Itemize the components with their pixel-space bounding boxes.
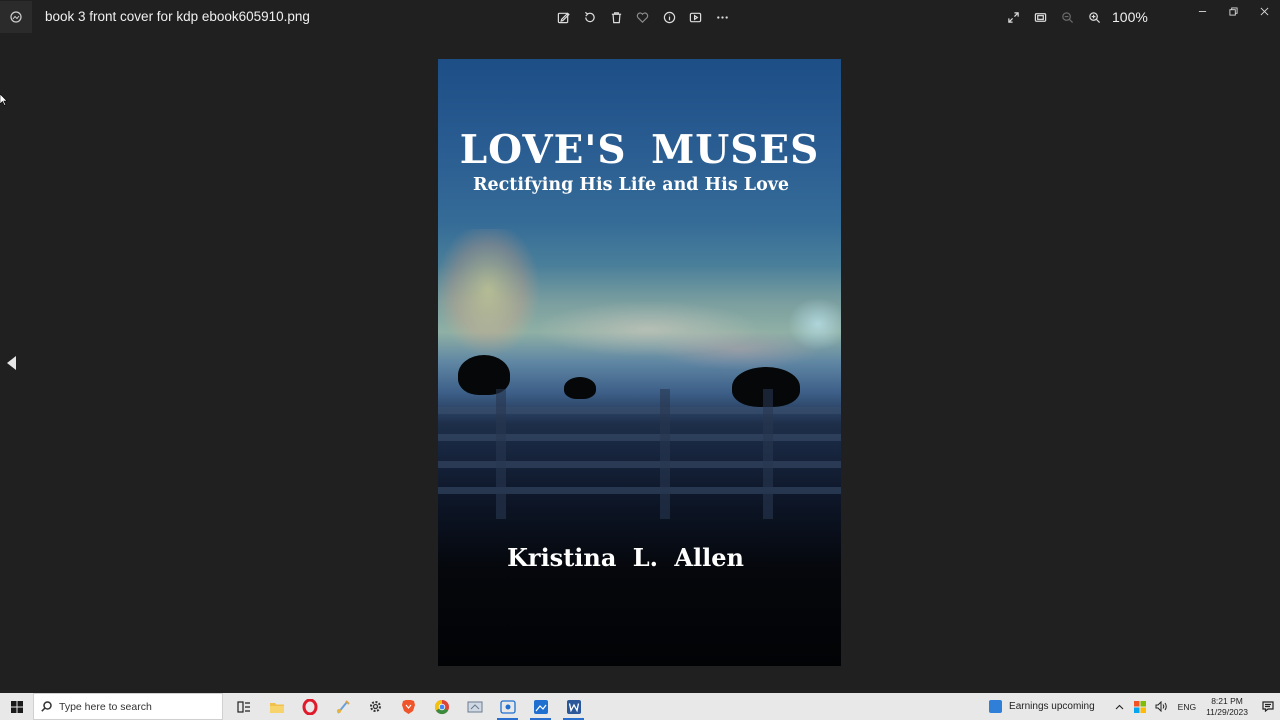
delete-icon[interactable] — [603, 7, 630, 27]
news-widget[interactable]: Earnings upcoming — [989, 700, 1095, 713]
settings-button[interactable] — [359, 693, 392, 720]
clock[interactable]: 8:21 PM 11/29/2023 — [1206, 696, 1248, 718]
word-button[interactable] — [557, 693, 590, 720]
favorite-icon[interactable] — [630, 7, 657, 27]
book-cover-image: LOVE'S MUSES Rectifying His Life and His… — [438, 59, 841, 666]
book-subtitle: Rectifying His Life and His Love — [472, 175, 790, 195]
zoom-level[interactable]: 100% — [1112, 9, 1148, 25]
task-view-button[interactable] — [227, 693, 260, 720]
clock-time: 8:21 PM — [1211, 695, 1243, 706]
paint-button[interactable] — [326, 693, 359, 720]
news-icon — [989, 700, 1003, 713]
sky-glow — [438, 229, 841, 369]
gear-icon — [370, 701, 381, 712]
zoom-out-icon[interactable] — [1054, 7, 1081, 27]
fence-silhouette — [438, 389, 841, 519]
taskbar-search-input[interactable]: Type here to search — [33, 693, 223, 720]
defender-icon[interactable] — [1130, 693, 1151, 720]
rotate-icon[interactable] — [577, 7, 604, 27]
paint-icon — [336, 699, 350, 714]
title-bar: book 3 front cover for kdp ebook605910.p… — [0, 0, 1280, 34]
pinned-apps — [227, 693, 590, 720]
folder-icon — [269, 702, 284, 713]
notification-center-button[interactable] — [1256, 693, 1280, 720]
system-tray: Earnings upcoming ENG 8:21 PM 11/29/2023 — [989, 693, 1280, 720]
snipping-icon — [467, 701, 482, 712]
snipping-tool-button[interactable] — [458, 693, 491, 720]
screen-recorder-button[interactable] — [491, 693, 524, 720]
search-icon — [41, 701, 52, 712]
taskbar: Type here to search Earnings upcoming EN… — [0, 693, 1280, 720]
mouse-cursor-icon — [0, 94, 8, 106]
word-icon — [566, 699, 581, 714]
minimize-icon[interactable] — [1187, 0, 1218, 22]
slideshow-icon[interactable] — [683, 7, 710, 27]
task-view-icon — [236, 700, 250, 713]
image-toolbar — [550, 7, 736, 27]
recorder-icon — [499, 699, 516, 714]
photos-app-icon[interactable] — [0, 1, 32, 33]
view-controls: 100% — [1000, 7, 1148, 27]
windows-icon — [10, 700, 23, 713]
opera-icon — [302, 698, 317, 715]
fit-to-window-icon[interactable] — [1027, 7, 1054, 27]
close-icon[interactable] — [1249, 0, 1280, 22]
book-author: Kristina L. Allen — [507, 543, 744, 572]
brave-icon — [402, 699, 415, 714]
previous-image-button[interactable] — [4, 352, 20, 374]
restore-icon[interactable] — [1218, 0, 1249, 22]
chrome-button[interactable] — [425, 693, 458, 720]
chevron-up-icon[interactable] — [1109, 693, 1130, 720]
news-text: Earnings upcoming — [1009, 701, 1095, 712]
window-controls — [1187, 0, 1280, 22]
brave-button[interactable] — [392, 693, 425, 720]
language-indicator[interactable]: ENG — [1178, 702, 1196, 712]
chevron-left-icon — [7, 356, 16, 370]
volume-icon[interactable] — [1151, 693, 1172, 720]
edit-icon[interactable] — [550, 7, 577, 27]
notification-icon — [1262, 701, 1274, 712]
info-icon[interactable] — [656, 7, 683, 27]
clock-date: 11/29/2023 — [1206, 706, 1248, 717]
opera-button[interactable] — [293, 693, 326, 720]
start-button[interactable] — [0, 693, 33, 720]
book-title: LOVE'S MUSES — [459, 127, 820, 173]
search-placeholder: Type here to search — [59, 700, 152, 713]
photos-button[interactable] — [524, 693, 557, 720]
expand-icon[interactable] — [1000, 7, 1027, 27]
photos-icon — [533, 699, 548, 714]
file-explorer-button[interactable] — [260, 693, 293, 720]
zoom-in-icon[interactable] — [1081, 7, 1108, 27]
chrome-icon — [434, 699, 449, 714]
window-title: book 3 front cover for kdp ebook605910.p… — [45, 9, 310, 24]
more-icon[interactable] — [709, 7, 736, 27]
